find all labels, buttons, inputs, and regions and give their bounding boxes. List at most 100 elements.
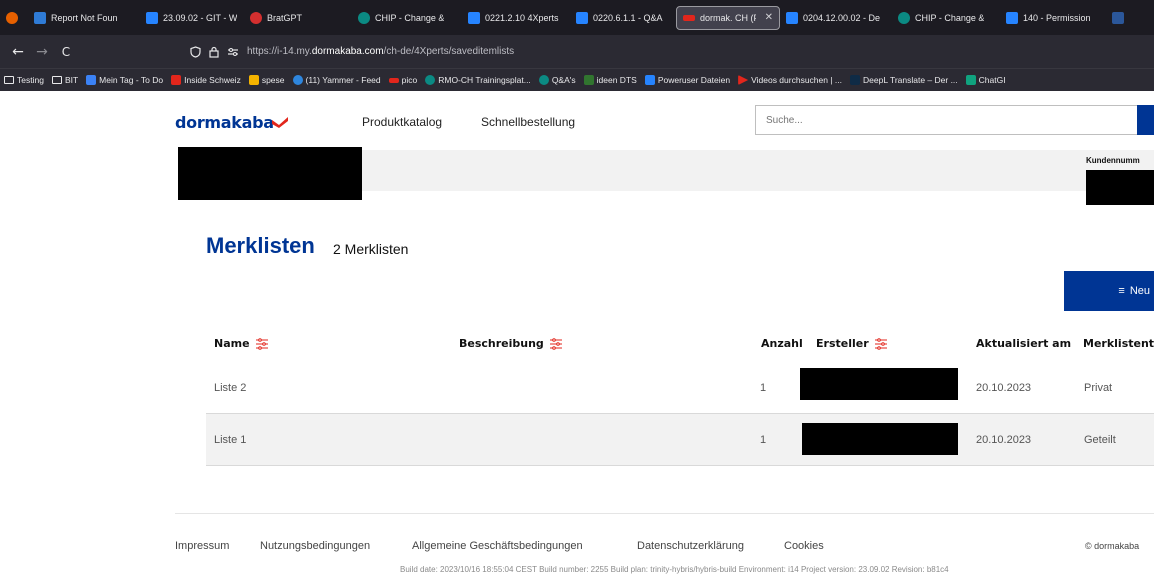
new-list-button[interactable]: ≡ Neu: [1064, 271, 1154, 311]
tab-label: 0220.6.1.1 - Q&A: [593, 12, 663, 23]
reload-button[interactable]: C: [54, 45, 78, 59]
tab-label: CHIP - Change &: [375, 12, 445, 23]
column-header-creator[interactable]: Ersteller: [816, 337, 887, 350]
tab-label: CHIP - Change &: [915, 12, 985, 23]
dormakaba-icon: [171, 75, 182, 85]
bratgpt-icon: [250, 11, 262, 24]
cell-type: Geteilt: [1084, 434, 1116, 446]
bookmark-poweruser[interactable]: Poweruser Dateien: [641, 75, 734, 85]
forward-button[interactable]: →: [30, 44, 54, 60]
build-info: Build date: 2023/10/16 18:55:04 CEST Bui…: [400, 565, 949, 574]
search-button[interactable]: [1137, 105, 1154, 135]
bookmarks-bar: Testing BIT Mein Tag - To Do Inside Schw…: [0, 68, 1154, 91]
bookmark-inside-schweiz[interactable]: Inside Schweiz: [167, 75, 245, 85]
tab-git[interactable]: 23.09.02 - GIT - W: [140, 0, 244, 35]
confluence-icon: [146, 11, 158, 24]
footer-link-cookies[interactable]: Cookies: [784, 540, 824, 552]
footer-link-impressum[interactable]: Impressum: [175, 540, 229, 552]
redacted-customer-name: [178, 147, 362, 200]
report-icon: [34, 11, 46, 24]
table-row[interactable]: Liste 2 1 20.10.2023 Privat: [206, 362, 1154, 414]
url-bar[interactable]: https://i-14.my.dormakaba.com/ch-de/4Xpe…: [190, 39, 1154, 64]
browser-tab-bar: Report Not Foun 23.09.02 - GIT - W BratG…: [0, 0, 1154, 35]
filter-sort-icon[interactable]: [255, 337, 268, 350]
footer-link-agb[interactable]: Allgemeine Geschäftsbedingungen: [412, 540, 583, 552]
footer-divider: [175, 513, 1154, 514]
bookmark-todo[interactable]: Mein Tag - To Do: [82, 75, 167, 85]
cell-count: 1: [760, 434, 767, 446]
column-header-description[interactable]: Beschreibung: [459, 337, 562, 350]
word-icon: [1112, 11, 1124, 24]
tab-label: Report Not Foun: [51, 12, 118, 23]
bookmark-qa[interactable]: Q&A's: [535, 75, 580, 85]
column-header-name[interactable]: Name: [214, 337, 268, 350]
deepl-icon: [850, 75, 860, 85]
filter-sort-icon[interactable]: [874, 337, 887, 350]
bookmark-pico[interactable]: pico: [385, 75, 422, 85]
tab-word[interactable]: [1106, 0, 1136, 35]
tab-chip-change-2[interactable]: CHIP - Change &: [892, 0, 1000, 35]
tab-chip-change[interactable]: CHIP - Change &: [352, 0, 462, 35]
url-text: https://i-14.my.dormakaba.com/ch-de/4Xpe…: [247, 46, 515, 57]
filter-sort-icon[interactable]: [549, 337, 562, 350]
tab-label: dormak. CH (F: [700, 12, 756, 23]
cell-name[interactable]: Liste 2: [214, 362, 246, 414]
bookmark-spese[interactable]: spese: [245, 75, 289, 85]
bookmark-yammer[interactable]: (11) Yammer - Feed: [289, 75, 385, 85]
bookmark-rmo-ch[interactable]: RMO-CH Trainingsplat...: [421, 75, 535, 85]
tab-label: 140 - Permission: [1023, 12, 1091, 23]
yammer-icon: [292, 75, 303, 85]
dormakaba-logo[interactable]: dormakaba: [175, 113, 274, 132]
bookmark-ideen-dts[interactable]: ideen DTS: [580, 75, 641, 85]
folder-icon: [51, 76, 62, 84]
video-icon: [738, 75, 749, 85]
sharepoint-icon: [898, 11, 910, 24]
nav-schnellbestellung[interactable]: Schnellbestellung: [481, 115, 575, 129]
confluence-icon: [786, 11, 798, 24]
tab-0204[interactable]: 0204.12.00.02 - De: [780, 0, 892, 35]
table-row[interactable]: Liste 1 1 20.10.2023 Geteilt: [206, 414, 1154, 466]
bookmark-deepl[interactable]: DeepL Translate – Der ...: [846, 75, 962, 85]
tab-qa[interactable]: 0220.6.1.1 - Q&A: [570, 0, 676, 35]
tab-bratgpt[interactable]: BratGPT: [244, 0, 352, 35]
tab-dormakaba-active[interactable]: dormak. CH (F ✕: [676, 5, 780, 30]
firefox-menu[interactable]: [0, 0, 28, 35]
redacted-customer-number: [1086, 170, 1154, 205]
todo-icon: [86, 75, 97, 85]
nav-produktkatalog[interactable]: Produktkatalog: [362, 115, 442, 129]
bookmark-chatgpt[interactable]: ChatGI: [962, 75, 1010, 85]
tab-report-not-found[interactable]: Report Not Foun: [28, 0, 140, 35]
cell-updated: 20.10.2023: [976, 434, 1032, 446]
footer-link-nutzungsbedingungen[interactable]: Nutzungsbedingungen: [260, 540, 370, 552]
bookmark-folder-testing[interactable]: Testing: [0, 75, 48, 85]
sharepoint-icon: [358, 11, 370, 24]
sharepoint-icon: [538, 75, 549, 85]
back-button[interactable]: ←: [6, 44, 30, 60]
cell-name[interactable]: Liste 1: [214, 414, 246, 466]
permissions-icon: [228, 47, 238, 56]
redacted-creator: [800, 368, 958, 400]
close-tab-icon[interactable]: ✕: [765, 12, 773, 23]
tab-4xperts[interactable]: 0221.2.10 4Xperts: [462, 0, 570, 35]
chatgpt-icon: [965, 75, 976, 85]
column-header-type: Merklistent: [1083, 337, 1154, 350]
sharepoint-icon: [425, 75, 436, 85]
cell-type: Privat: [1084, 382, 1113, 394]
footer-link-datenschutz[interactable]: Datenschutzerklärung: [637, 540, 744, 552]
confluence-icon: [1006, 11, 1018, 24]
list-icon: ≡: [1118, 285, 1125, 297]
confluence-icon: [468, 11, 480, 24]
list-count: 2 Merklisten: [333, 241, 409, 257]
copyright: © dormakaba: [1085, 541, 1140, 551]
new-list-label: Neu: [1129, 285, 1150, 297]
search-input[interactable]: [756, 106, 1126, 134]
tab-permission[interactable]: 140 - Permission: [1000, 0, 1106, 35]
cell-count: 1: [760, 382, 767, 394]
bookmark-folder-bit[interactable]: BIT: [48, 75, 82, 85]
dormakaba-icon: [683, 14, 695, 21]
bookmark-videos[interactable]: Videos durchsuchen | ...: [734, 75, 846, 85]
search-box: [755, 105, 1145, 135]
column-header-updated: Aktualisiert am: [976, 337, 1072, 350]
dormakaba-logo-mark-icon: [272, 117, 288, 128]
redacted-creator: [802, 423, 958, 455]
